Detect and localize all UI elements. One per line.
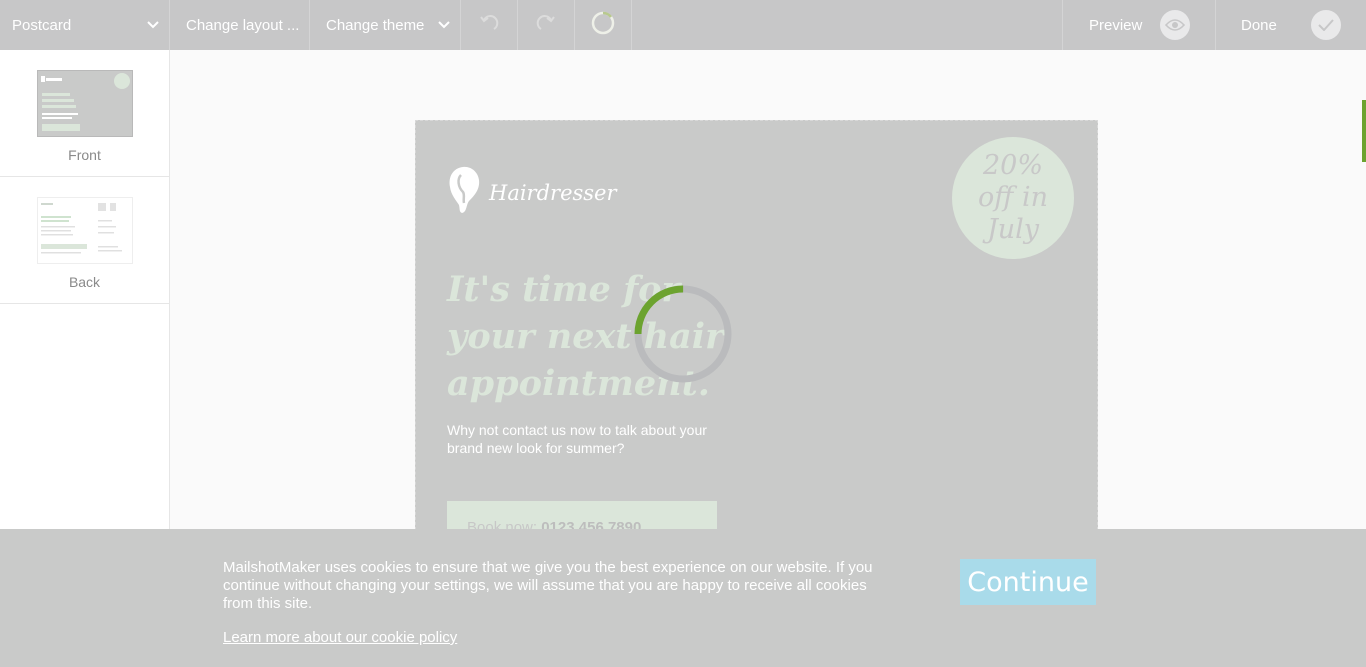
product-label: Postcard xyxy=(12,16,72,34)
brand-logo[interactable]: Hairdresser xyxy=(447,165,617,220)
redo-icon xyxy=(535,12,557,38)
badge-line: off in xyxy=(978,182,1048,213)
loading-ring-icon xyxy=(590,10,616,40)
undo-icon xyxy=(478,12,500,38)
cookie-message: MailshotMaker uses cookies to ensure tha… xyxy=(223,559,873,612)
cookie-banner: MailshotMaker uses cookies to ensure tha… xyxy=(0,529,1366,667)
product-select[interactable]: Postcard xyxy=(0,0,170,50)
hairdresser-logo-icon xyxy=(447,165,481,220)
done-button[interactable]: Done xyxy=(1216,0,1366,50)
chevron-down-icon xyxy=(147,18,159,32)
redo-button[interactable] xyxy=(518,0,575,50)
page-label-back: Back xyxy=(68,274,101,290)
change-layout-button[interactable]: Change layout ... xyxy=(170,0,310,50)
top-toolbar: Postcard Change layout ... Change theme … xyxy=(0,0,1366,50)
checkmark-icon xyxy=(1311,10,1341,40)
badge-line: July xyxy=(986,214,1040,245)
postcard-front[interactable]: Hairdresser 20% off in July It's time fo… xyxy=(415,120,1098,551)
preview-label: Preview xyxy=(1089,16,1143,34)
continue-button[interactable]: Continue xyxy=(960,559,1096,605)
change-theme-label: Change theme xyxy=(326,16,425,34)
change-theme-select[interactable]: Change theme xyxy=(310,0,461,50)
preview-button[interactable]: Preview xyxy=(1062,0,1216,50)
cookie-policy-link[interactable]: Learn more about our cookie policy xyxy=(223,629,457,646)
front-thumbnail xyxy=(36,70,133,137)
scroll-indicator xyxy=(1362,100,1366,162)
page-label-front: Front xyxy=(68,147,101,163)
page-thumb-front[interactable]: Front xyxy=(0,50,169,177)
brand-name: Hairdresser xyxy=(489,180,617,205)
status-indicator xyxy=(575,0,632,50)
discount-badge[interactable]: 20% off in July xyxy=(952,137,1074,259)
back-thumbnail xyxy=(36,197,133,264)
chevron-down-icon xyxy=(438,18,450,32)
undo-button[interactable] xyxy=(461,0,518,50)
eye-icon xyxy=(1160,10,1190,40)
change-layout-label: Change layout ... xyxy=(186,16,300,34)
badge-line: 20% xyxy=(982,150,1043,181)
done-label: Done xyxy=(1241,16,1277,34)
page-thumb-back[interactable]: Back xyxy=(0,177,169,304)
loading-spinner xyxy=(632,283,734,385)
subtext[interactable]: Why not contact us now to talk about you… xyxy=(447,421,707,457)
